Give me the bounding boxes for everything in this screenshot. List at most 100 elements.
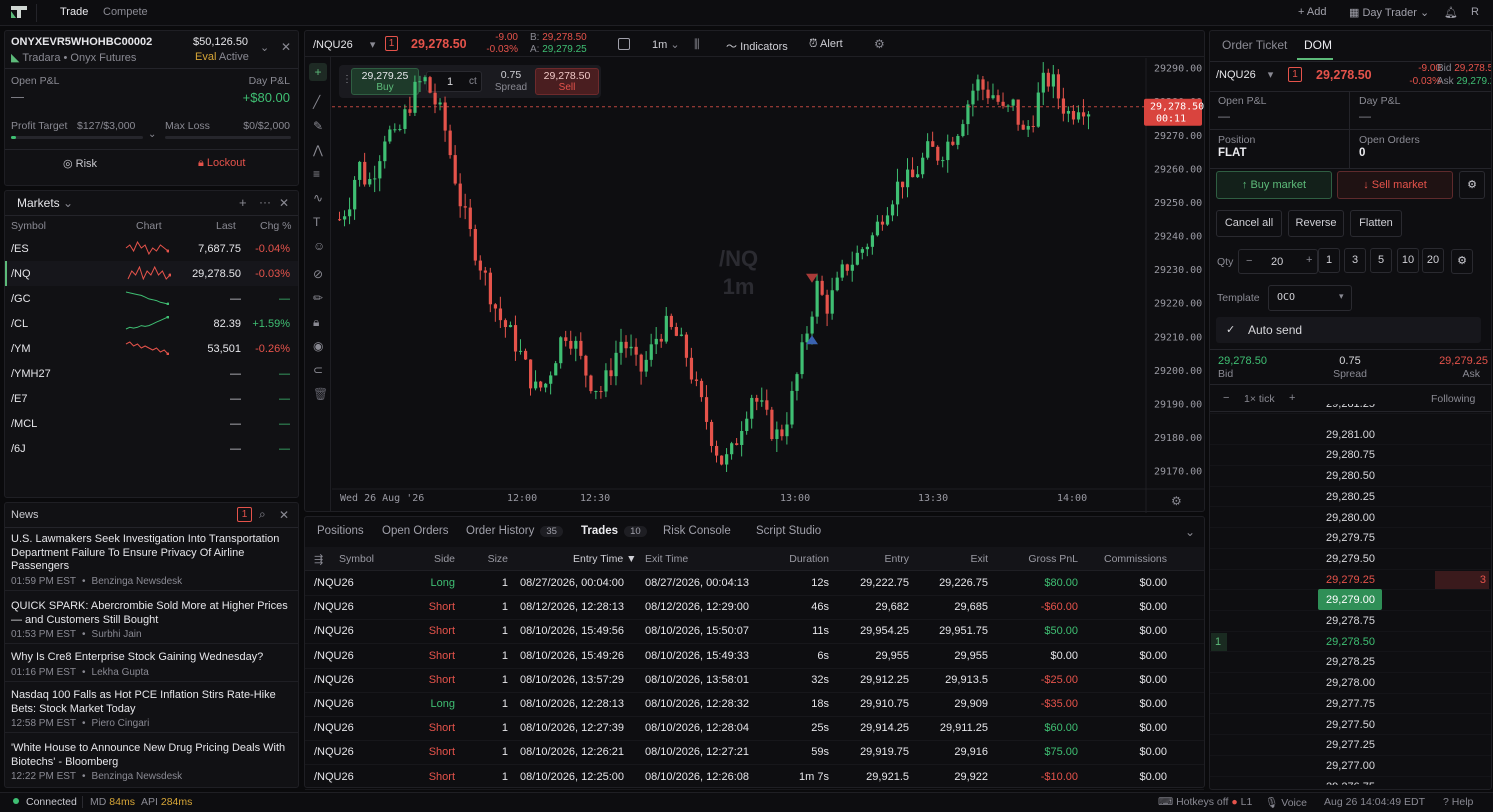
- risk-button[interactable]: ◎ Risk: [63, 157, 97, 170]
- tab-positions[interactable]: Positions: [317, 525, 364, 537]
- close-icon[interactable]: ✕: [279, 508, 289, 522]
- search-icon[interactable]: ⌕: [259, 507, 266, 522]
- tab-risk-console[interactable]: Risk Console: [663, 525, 731, 537]
- list-item[interactable]: /YM 53,501 -0.26%: [5, 336, 298, 361]
- account-id[interactable]: ONYXEVR5WHOHBC00002: [11, 36, 152, 48]
- minus-icon[interactable]: −: [1246, 255, 1252, 267]
- dom-ladder-row[interactable]: 29,280.75: [1210, 445, 1491, 467]
- tab-trade[interactable]: Trade: [60, 6, 88, 18]
- dom-ladder-row[interactable]: 29,278.75: [1210, 611, 1491, 632]
- dom-ladder-row[interactable]: 29,276.75: [1210, 777, 1491, 785]
- tab-trades[interactable]: Trades 10: [581, 525, 647, 537]
- qty-stepper[interactable]: − 20 +: [1238, 249, 1318, 274]
- col-symbol[interactable]: Symbol: [11, 220, 46, 232]
- list-item[interactable]: /CL 82.39 +1.59%: [5, 311, 298, 336]
- reverse-button[interactable]: Reverse: [1288, 210, 1344, 237]
- columns-icon[interactable]: ⇶: [314, 553, 323, 566]
- curve-icon[interactable]: ∿: [313, 191, 323, 205]
- dom-ladder-row[interactable]: 29,278.00: [1210, 673, 1491, 694]
- dom-ladder-row[interactable]: 29,281.00: [1210, 425, 1491, 446]
- tab-order-history[interactable]: Order History 35: [466, 525, 563, 537]
- list-item[interactable]: /6J — —: [5, 436, 298, 461]
- qty-preset-button[interactable]: 5: [1370, 248, 1392, 273]
- dom-qty-badge[interactable]: 1: [1288, 67, 1302, 82]
- brush-icon[interactable]: ✎: [313, 119, 323, 133]
- col-chg[interactable]: Chg %: [260, 220, 292, 232]
- tab-dom[interactable]: DOM: [1304, 38, 1332, 52]
- dom-ladder-row[interactable]: 29,277.75: [1210, 694, 1491, 715]
- qty-preset-button[interactable]: 20: [1422, 248, 1444, 273]
- list-item[interactable]: /GC — —: [5, 286, 298, 311]
- dom-ladder-row[interactable]: 29,281.25: [1210, 404, 1491, 414]
- add-button[interactable]: + Add: [1298, 6, 1326, 18]
- list-item[interactable]: /E7 — —: [5, 386, 298, 411]
- column-header[interactable]: Exit Time: [645, 553, 688, 565]
- chevron-down-icon[interactable]: ⌄: [1185, 525, 1195, 539]
- column-header[interactable]: Entry Time ▼: [573, 553, 637, 565]
- chart-settings-icon[interactable]: ⚙︎: [1171, 494, 1182, 508]
- plus-icon[interactable]: +: [1306, 254, 1312, 266]
- dom-ladder-row[interactable]: 29,277.50: [1210, 715, 1491, 736]
- pencil-icon[interactable]: ✏: [313, 291, 323, 305]
- ruler-icon[interactable]: ⊘: [313, 267, 323, 281]
- dom-ladder-row[interactable]: 29,279.75: [1210, 528, 1491, 549]
- dom-symbol[interactable]: /NQU26 ▾: [1216, 68, 1273, 81]
- plus-icon[interactable]: +: [239, 195, 247, 210]
- dom-ladder-row[interactable]: 29,278.50 1: [1210, 632, 1491, 653]
- cancel-all-button[interactable]: Cancel all: [1216, 210, 1282, 237]
- hotkeys-toggle[interactable]: ⌨︎ Hotkeys off ● L1: [1158, 796, 1252, 808]
- column-header[interactable]: Entry: [829, 553, 909, 565]
- avatar[interactable]: R: [1471, 6, 1479, 18]
- news-badge[interactable]: 1: [237, 507, 252, 522]
- auto-send-toggle[interactable]: ✓ Auto send: [1216, 317, 1481, 343]
- list-item[interactable]: /YMH27 — —: [5, 361, 298, 386]
- more-icon[interactable]: ···: [259, 195, 271, 209]
- dom-ladder-row[interactable]: 29,279.00: [1210, 589, 1491, 611]
- list-item[interactable]: /ES 7,687.75 -0.04%: [5, 236, 298, 261]
- trendline-icon[interactable]: ╱: [313, 95, 320, 109]
- checkbox-icon[interactable]: [618, 38, 630, 50]
- voice-toggle[interactable]: 🎙︎ Voice: [1265, 796, 1307, 809]
- connection-status[interactable]: Connected: [26, 796, 77, 808]
- qty-preset-button[interactable]: 10: [1397, 248, 1419, 273]
- markets-title[interactable]: Markets ⌄: [17, 196, 73, 210]
- price-chart[interactable]: 29290.0029280.0029270.0029260.0029250.00…: [332, 58, 1204, 513]
- chart-qty-badge[interactable]: 1: [385, 36, 398, 51]
- lockout-button[interactable]: 🔒︎ Lockout: [198, 157, 245, 170]
- trash-icon[interactable]: 🗑︎: [313, 387, 328, 401]
- link-icon[interactable]: ⊂: [313, 363, 323, 377]
- list-item[interactable]: /NQ 29,278.50 -0.03%: [5, 261, 298, 286]
- news-item[interactable]: QUICK SPARK: Abercrombie Sold More at Hi…: [5, 600, 299, 644]
- tab-order-ticket[interactable]: Order Ticket: [1222, 38, 1287, 52]
- dom-ladder-row[interactable]: 29,279.50: [1210, 549, 1491, 570]
- column-header[interactable]: Size: [428, 553, 508, 565]
- list-item[interactable]: /MCL — —: [5, 411, 298, 436]
- fib-icon[interactable]: ≡: [313, 167, 320, 181]
- news-item[interactable]: Nasdaq 100 Falls as Hot PCE Inflation St…: [5, 689, 299, 733]
- alert-button[interactable]: ⏰︎ Alert: [809, 38, 843, 51]
- news-item[interactable]: Why Is Cre8 Enterprise Stock Gaining Wed…: [5, 651, 299, 682]
- column-header[interactable]: Duration: [749, 553, 829, 565]
- bell-icon[interactable]: 🔔︎: [1444, 6, 1458, 19]
- layout-selector[interactable]: ▦ Day Trader ⌄: [1349, 6, 1429, 19]
- col-last[interactable]: Last: [216, 220, 236, 232]
- emoji-icon[interactable]: ☺: [313, 239, 325, 253]
- column-header[interactable]: Commissions: [1087, 553, 1167, 565]
- text-icon[interactable]: T: [313, 215, 320, 229]
- qty-preset-button[interactable]: 1: [1318, 248, 1340, 273]
- chevron-down-icon[interactable]: ⌄: [260, 41, 269, 54]
- dom-ladder-row[interactable]: 29,277.25: [1210, 735, 1491, 756]
- tab-compete[interactable]: Compete: [103, 6, 148, 18]
- dom-ladder-row[interactable]: 29,280.50: [1210, 466, 1491, 487]
- template-select[interactable]: OCO ▾: [1268, 285, 1352, 311]
- dom-ladder-row[interactable]: 29,278.25: [1210, 652, 1491, 674]
- qty-preset-button[interactable]: 3: [1344, 248, 1366, 273]
- tab-open-orders[interactable]: Open Orders: [382, 525, 448, 537]
- settings-sliders-icon[interactable]: ⚙︎: [874, 37, 885, 51]
- settings-sliders-icon[interactable]: ⚙︎: [1451, 249, 1473, 274]
- pattern-icon[interactable]: ⋀: [313, 143, 323, 157]
- settings-sliders-icon[interactable]: ⚙︎: [1459, 171, 1485, 199]
- column-header[interactable]: Exit: [908, 553, 988, 565]
- chart-symbol[interactable]: /NQU26 ▾: [313, 38, 375, 51]
- buy-market-button[interactable]: ↑ Buy market: [1216, 171, 1332, 199]
